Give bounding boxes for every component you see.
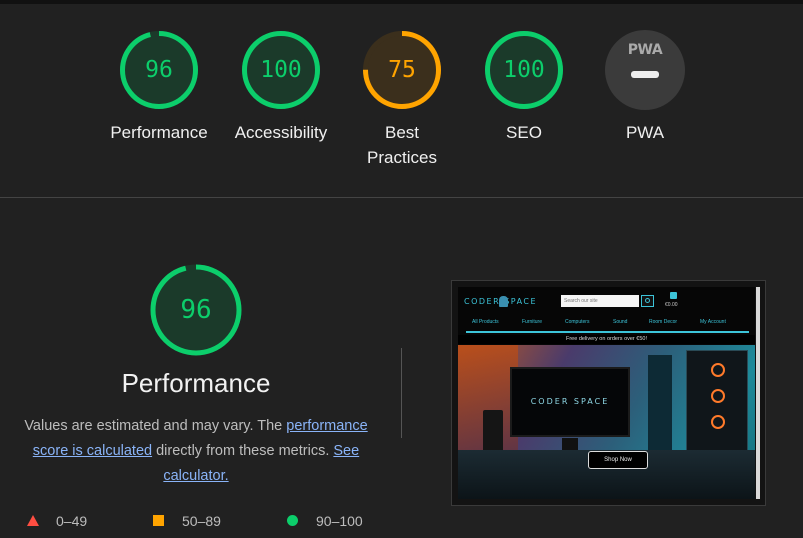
performance-description: Values are estimated and may vary. The p… bbox=[6, 414, 386, 489]
legend-average-label: 50–89 bbox=[182, 513, 221, 529]
gauge-seo[interactable]: 100 SEO bbox=[464, 30, 584, 145]
hero-speaker bbox=[483, 410, 503, 455]
site-hero-image: CODER SPACE Shop Now bbox=[458, 345, 755, 499]
site-search-input: Search our site bbox=[561, 295, 639, 307]
legend-pass-label: 90–100 bbox=[316, 513, 363, 529]
gauge-label: PWA bbox=[625, 123, 665, 142]
gauge-accessibility[interactable]: 100 Accessibility bbox=[221, 30, 341, 145]
dash-icon bbox=[631, 71, 659, 78]
website-preview: CODER SPACE Search our site €0.00 All Pr… bbox=[458, 287, 755, 499]
site-nav-item: All Products bbox=[472, 319, 499, 325]
final-screenshot[interactable]: CODER SPACE Search our site €0.00 All Pr… bbox=[451, 280, 766, 506]
gauge-label: Best Practices bbox=[367, 123, 437, 167]
hero-pc-case bbox=[686, 350, 748, 460]
fan-icon bbox=[711, 389, 725, 403]
gauge-score: 96 bbox=[145, 57, 173, 83]
preview-scrollbar bbox=[756, 287, 760, 499]
site-nav: All Products Furniture Computers Sound R… bbox=[458, 319, 755, 331]
performance-gauge: 96 bbox=[148, 262, 244, 358]
gauge-best-practices[interactable]: 75 Best Practices bbox=[342, 30, 462, 170]
section-divider bbox=[0, 197, 803, 198]
hero-monitor-stand bbox=[562, 438, 578, 450]
legend-pass: 90–100 bbox=[286, 512, 396, 530]
gauge-label: Accessibility bbox=[234, 123, 328, 142]
gauge-label: SEO bbox=[506, 123, 542, 142]
top-border bbox=[0, 0, 803, 4]
site-shop-now-button: Shop Now bbox=[588, 451, 648, 469]
vertical-divider bbox=[401, 348, 402, 438]
site-nav-item: Computers bbox=[565, 319, 590, 325]
search-icon bbox=[645, 298, 650, 303]
performance-score: 96 bbox=[180, 295, 212, 325]
performance-title: Performance bbox=[121, 368, 271, 398]
circle-icon bbox=[287, 515, 298, 526]
description-text: Values are estimated and may vary. The bbox=[24, 418, 287, 434]
legend-fail: 0–49 bbox=[26, 512, 126, 530]
site-nav-item: Furniture bbox=[522, 319, 543, 325]
site-search-button bbox=[641, 295, 654, 307]
site-nav-item: Sound bbox=[613, 319, 628, 325]
site-nav-underline bbox=[466, 331, 749, 333]
rocket-icon bbox=[499, 296, 508, 307]
site-nav-item: My Account bbox=[700, 319, 726, 325]
site-cart-total: €0.00 bbox=[665, 302, 678, 308]
gauge-label: Performance bbox=[110, 123, 208, 142]
fan-icon bbox=[711, 363, 725, 377]
fan-icon bbox=[711, 415, 725, 429]
description-text: directly from these metrics. bbox=[152, 443, 334, 459]
hero-monitor: CODER SPACE bbox=[510, 367, 630, 437]
site-nav-item: Room Decor bbox=[649, 319, 678, 325]
gauge-score: 100 bbox=[260, 57, 302, 83]
gauge-pwa[interactable]: PWA PWA bbox=[585, 30, 705, 145]
pwa-badge-text: PWA bbox=[627, 42, 663, 58]
hero-lamp bbox=[648, 355, 672, 450]
legend-fail-label: 0–49 bbox=[56, 513, 88, 529]
gauge-score: 75 bbox=[388, 57, 416, 83]
site-delivery-banner: Free delivery on orders over €50! bbox=[458, 335, 755, 344]
bag-icon bbox=[670, 292, 677, 299]
legend-average: 50–89 bbox=[152, 512, 252, 530]
gauge-score: 100 bbox=[503, 57, 545, 83]
square-icon bbox=[153, 515, 164, 526]
gauge-performance[interactable]: 96 Performance bbox=[99, 30, 219, 145]
triangle-icon bbox=[27, 515, 39, 526]
hero-monitor-logo: CODER SPACE bbox=[530, 397, 610, 406]
